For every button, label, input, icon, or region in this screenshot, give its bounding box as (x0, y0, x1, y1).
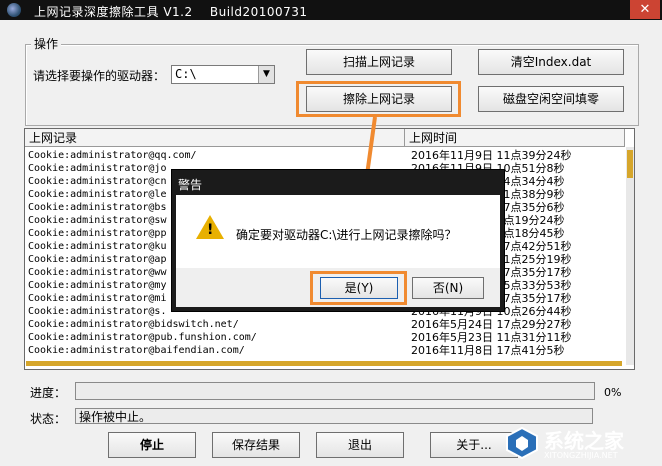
horizontal-scrollbar[interactable] (26, 361, 622, 366)
vertical-scrollbar[interactable] (626, 147, 634, 365)
record-cell: Cookie:administrator@pub.funshion.com/ (28, 332, 257, 343)
exit-button[interactable]: 退出 (316, 432, 404, 458)
clear-index-button[interactable]: 清空Index.dat (478, 49, 624, 75)
chevron-down-icon[interactable]: ▼ (258, 66, 274, 83)
group-label: 操作 (31, 35, 62, 52)
main-window: 上网记录深度擦除工具 V1.2 Build20100731 ✕ 操作 请选择要操… (0, 0, 662, 466)
time-cell: 2016年11月9日 11点39分24秒 (411, 149, 572, 162)
window-title: 上网记录深度擦除工具 V1.2 Build20100731 (34, 5, 308, 19)
list-item[interactable]: Cookie:administrator@baifendian.com/2016… (25, 344, 625, 357)
watermark: 系统之家 XITONGZHIJIA.NET (500, 420, 662, 466)
time-cell: 2016年5月24日 17点29分27秒 (411, 318, 572, 331)
dialog-body: ! 确定要对驱动器C:\进行上网记录擦除吗？ (176, 195, 500, 268)
record-cell: Cookie:administrator@my (28, 280, 167, 291)
app-icon (7, 3, 21, 17)
list-item[interactable]: Cookie:administrator@bidswitch.net/2016年… (25, 318, 625, 331)
progress-label: 进度： (30, 386, 67, 400)
dialog-title: 警告 (178, 178, 203, 192)
record-cell: Cookie:administrator@pp (28, 228, 167, 239)
dialog-footer: 是(Y) 否(N) (176, 268, 500, 307)
record-cell: Cookie:administrator@bs (28, 202, 167, 213)
record-cell: Cookie:administrator@baifendian.com/ (28, 345, 245, 356)
record-cell: Cookie:administrator@sw (28, 215, 167, 226)
record-cell: Cookie:administrator@ww (28, 267, 167, 278)
yes-button[interactable]: 是(Y) (320, 277, 398, 299)
record-cell: Cookie:administrator@jo (28, 163, 167, 174)
warning-dialog: 警告 ! 确定要对驱动器C:\进行上网记录擦除吗？ 是(Y) 否(N) (171, 169, 505, 312)
record-cell: Cookie:administrator@mi (28, 293, 167, 304)
time-cell: 2016年5月23日 11点31分11秒 (411, 331, 572, 344)
record-cell: Cookie:administrator@s. (28, 306, 167, 317)
dialog-message: 确定要对驱动器C:\进行上网记录擦除吗？ (236, 228, 457, 242)
progress-bar (75, 382, 595, 400)
watermark-title: 系统之家 (544, 429, 624, 453)
time-cell: 2016年11月8日 17点41分5秒 (411, 344, 565, 357)
drive-label: 请选择要操作的驱动器： (33, 69, 166, 83)
watermark-logo-icon (506, 426, 538, 460)
status-label: 状态： (30, 412, 67, 426)
list-item[interactable]: Cookie:administrator@pub.funshion.com/20… (25, 331, 625, 344)
drive-select[interactable]: C:\ ▼ (171, 65, 275, 84)
no-button[interactable]: 否(N) (412, 277, 484, 299)
record-cell: Cookie:administrator@qq.com/ (28, 150, 197, 161)
list-item[interactable]: Cookie:administrator@qq.com/2016年11月9日 1… (25, 149, 625, 162)
erase-button[interactable]: 擦除上网记录 (306, 86, 452, 112)
fill-free-space-button[interactable]: 磁盘空闲空间填零 (478, 86, 624, 112)
close-button[interactable]: ✕ (630, 0, 660, 19)
scan-button[interactable]: 扫描上网记录 (306, 49, 452, 75)
record-cell: Cookie:administrator@cn (28, 176, 167, 187)
record-cell: Cookie:administrator@ku (28, 241, 167, 252)
record-cell: Cookie:administrator@ap (28, 254, 167, 265)
title-bar[interactable]: 上网记录深度擦除工具 V1.2 Build20100731 ✕ (0, 0, 662, 20)
record-cell: Cookie:administrator@le (28, 189, 167, 200)
scroll-thumb[interactable] (627, 150, 633, 178)
drive-select-value: C:\ (175, 67, 197, 81)
warning-icon-mark: ! (207, 222, 214, 238)
watermark-url: XITONGZHIJIA.NET (544, 451, 618, 460)
record-cell: Cookie:administrator@bidswitch.net/ (28, 319, 239, 330)
stop-button[interactable]: 停止 (108, 432, 196, 458)
progress-percent: 0% (604, 386, 622, 399)
column-header-time[interactable]: 上网时间 (405, 129, 625, 147)
save-result-button[interactable]: 保存结果 (212, 432, 300, 458)
column-header-record[interactable]: 上网记录 (25, 129, 405, 147)
